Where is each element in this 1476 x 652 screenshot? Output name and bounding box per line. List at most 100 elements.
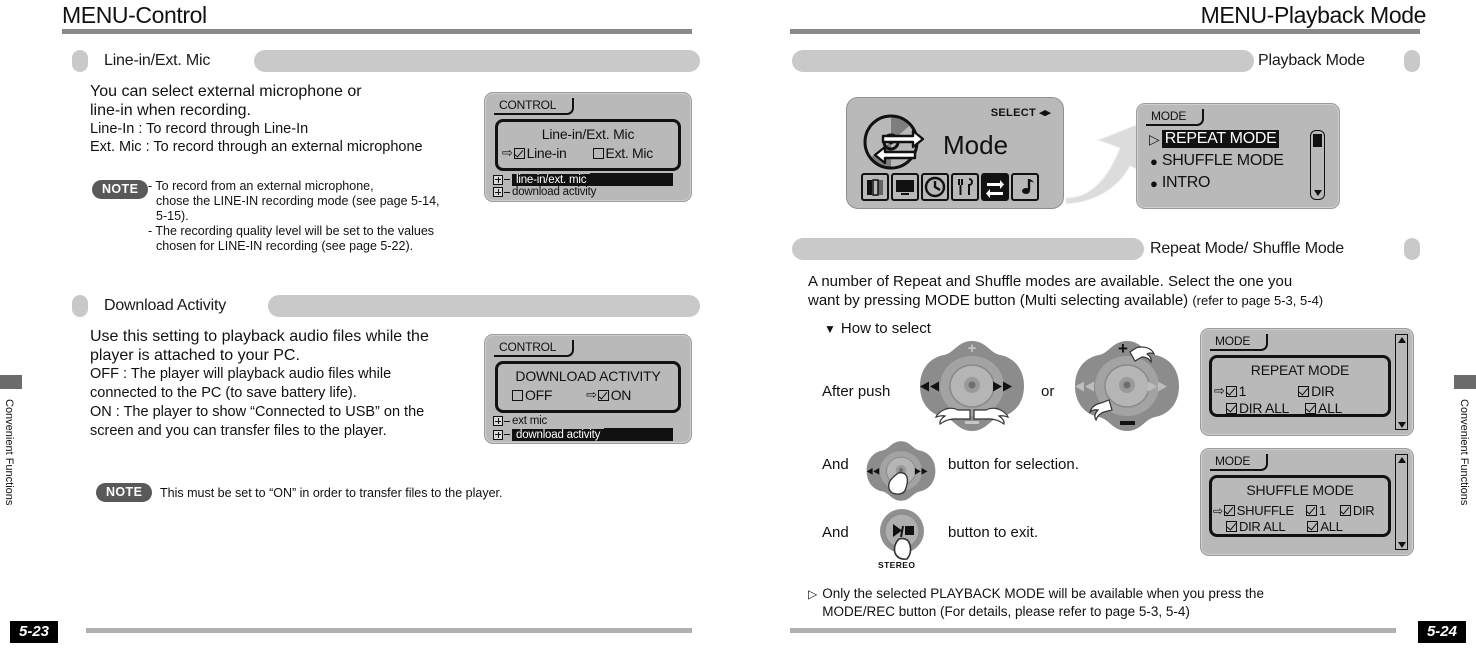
lcd-tree-row-download-activity[interactable]: download activity — [493, 428, 673, 441]
section-title: Playback Mode — [1258, 52, 1365, 69]
step-suffix-button-for-selection: button for selection. — [948, 456, 1079, 473]
bullet-icon: ● — [1150, 153, 1158, 169]
lcd-window-title: DOWNLOAD ACTIVITY — [515, 368, 661, 384]
section-slab — [792, 238, 1144, 260]
tools-icon[interactable] — [951, 173, 979, 201]
checkbox-on[interactable] — [597, 389, 609, 401]
checkbox-repeat-1[interactable] — [1225, 385, 1237, 397]
paragraph-line: OFF : The player will playback audio fil… — [90, 366, 392, 382]
note-badge: NOTE — [96, 483, 153, 502]
side-tab-bar — [0, 375, 22, 389]
tree-row-label: ext mic — [512, 415, 548, 427]
right-footer-rule — [790, 628, 1396, 633]
mode-icon-screen: SELECT ◂▸ Mode — [846, 97, 1064, 209]
checkbox-shuffle-1[interactable] — [1305, 505, 1317, 516]
section-slab — [268, 295, 700, 317]
scroll-down-arrow-icon[interactable] — [1397, 541, 1406, 548]
navigation-joystick-up-down[interactable]: + — [1071, 337, 1183, 435]
option-label: DIR — [1311, 383, 1335, 399]
navigation-joystick-left-right[interactable]: + — [916, 337, 1028, 435]
cursor-arrow-icon: ⇨ — [1213, 503, 1223, 518]
section-header-playback-mode: Playback Mode — [792, 50, 1420, 72]
mode-list-item-repeat[interactable]: ▷ REPEAT MODE — [1149, 130, 1309, 148]
lcd-option-row: ⇨ 1 DIR — [1212, 383, 1388, 399]
scroll-up-arrow-icon[interactable] — [1397, 456, 1406, 463]
lcd-tree-row-download-activity[interactable]: download activity — [493, 186, 600, 198]
lcd-tab-label: CONTROL — [494, 340, 575, 357]
scroll-down-arrow-icon[interactable] — [1314, 190, 1322, 196]
lcd-option-row: ⇨ SHUFFLE 1 DIR — [1212, 503, 1388, 518]
left-page: Convenient Functions MENU-Control Line-i… — [0, 0, 738, 652]
lcd-tab-label: MODE — [1146, 109, 1205, 126]
lcd-tab-label: MODE — [1210, 334, 1269, 351]
paragraph-line: Use this setting to playback audio files… — [90, 328, 429, 345]
stereo-label: STEREO — [878, 560, 916, 570]
paragraph-line: Ext. Mic : To record through an external… — [90, 139, 423, 155]
footnote-line: MODE/REC button (For details, please ref… — [822, 604, 1190, 619]
repeat-mode-lcd: MODE REPEAT MODE ⇨ 1 DIR DIR ALL ALL — [1200, 328, 1414, 436]
lcd-window: SHUFFLE MODE ⇨ SHUFFLE 1 DIR DIR ALL ALL — [1209, 475, 1391, 537]
music-note-icon[interactable] — [1011, 173, 1039, 201]
clock-icon[interactable] — [921, 173, 949, 201]
repeat-lcd-scrollbar[interactable] — [1395, 334, 1408, 430]
checkbox-repeat-dir-all[interactable] — [1226, 402, 1237, 414]
lcd-tree-row-ext-mic[interactable]: ext mic — [493, 415, 551, 427]
repeat-icon[interactable] — [981, 173, 1009, 201]
expand-plus-icon[interactable] — [493, 187, 503, 197]
lcd-tree-row-line-in[interactable]: line-in/ext. mic — [493, 173, 673, 186]
scroll-up-arrow-icon[interactable] — [1397, 336, 1406, 343]
shuffle-mode-lcd: MODE SHUFFLE MODE ⇨ SHUFFLE 1 DIR DIR AL… — [1200, 448, 1414, 556]
checkbox-line-in[interactable] — [513, 147, 525, 159]
books-icon[interactable] — [861, 173, 889, 201]
section-knob — [1404, 50, 1420, 72]
mode-list-item-intro[interactable]: ● INTRO — [1149, 174, 1309, 192]
expand-plus-icon[interactable] — [493, 174, 503, 185]
checkbox-repeat-dir[interactable] — [1298, 385, 1310, 397]
checkbox-shuffle-dir[interactable] — [1339, 505, 1351, 516]
option-label: ON — [610, 387, 632, 403]
download-activity-paragraph: Use this setting to playback audio files… — [90, 327, 490, 441]
paragraph-line: Line-In : To record through Line-In — [90, 121, 309, 137]
option-label: Line-in — [526, 145, 567, 161]
play-stop-button[interactable] — [874, 505, 930, 561]
how-to-select-label: How to select — [840, 320, 931, 337]
shuffle-lcd-scrollbar[interactable] — [1395, 454, 1408, 550]
right-chapter-side-tab: Convenient Functions — [1454, 375, 1476, 575]
section-knob — [72, 50, 88, 72]
paragraph-line: line-in when recording. — [90, 102, 251, 119]
mode-item-label: REPEAT MODE — [1161, 130, 1280, 148]
checkbox-shuffle[interactable] — [1223, 505, 1235, 516]
paragraph-line: You can select external microphone or — [90, 83, 362, 100]
navigation-joystick-center-press[interactable] — [864, 438, 938, 504]
section-title: Download Activity — [104, 297, 226, 314]
section-title: Line-in/Ext. Mic — [104, 52, 211, 69]
mode-list-scrollbar[interactable] — [1310, 130, 1325, 200]
tree-row-label: download activity — [512, 428, 605, 441]
checkbox-shuffle-dir-all[interactable] — [1226, 521, 1237, 532]
side-tab-label: Convenient Functions — [1458, 399, 1470, 506]
lcd-tab-label: CONTROL — [494, 98, 575, 115]
line-in-note-text: - To record from an external microphone,… — [148, 179, 488, 254]
option-label: DIR ALL — [1239, 519, 1286, 534]
step-separator-or: or — [1041, 383, 1055, 400]
note-line: chosen for LINE-IN recording (see page 5… — [156, 239, 414, 253]
mode-list-lcd: MODE ▷ REPEAT MODE ● SHUFFLE MODE ● INTR… — [1136, 103, 1340, 209]
expand-plus-icon[interactable] — [493, 416, 503, 426]
cursor-arrow-icon: ⇨ — [502, 145, 513, 160]
checkbox-ext-mic[interactable] — [592, 147, 604, 159]
mode-list-item-shuffle[interactable]: ● SHUFFLE MODE — [1149, 152, 1309, 170]
lcd-window: Line-in/Ext. Mic ⇨ Line-in Ext. Mic — [495, 119, 681, 171]
note-badge: NOTE — [92, 180, 149, 199]
checkbox-off[interactable] — [512, 389, 523, 401]
scroll-down-arrow-icon[interactable] — [1397, 421, 1406, 428]
tree-row-label: download activity — [512, 186, 597, 198]
checkbox-shuffle-all[interactable] — [1307, 521, 1319, 532]
scrollbar-thumb[interactable] — [1313, 134, 1322, 147]
right-head-rule — [790, 29, 1420, 34]
checkbox-repeat-all[interactable] — [1305, 402, 1317, 414]
step-label-and-exit: And — [822, 524, 849, 541]
select-indicator: SELECT ◂▸ — [991, 106, 1051, 119]
monitor-icon[interactable] — [891, 173, 919, 201]
line-in-paragraph: You can select external microphone or li… — [90, 82, 490, 156]
expand-plus-icon[interactable] — [493, 429, 503, 440]
